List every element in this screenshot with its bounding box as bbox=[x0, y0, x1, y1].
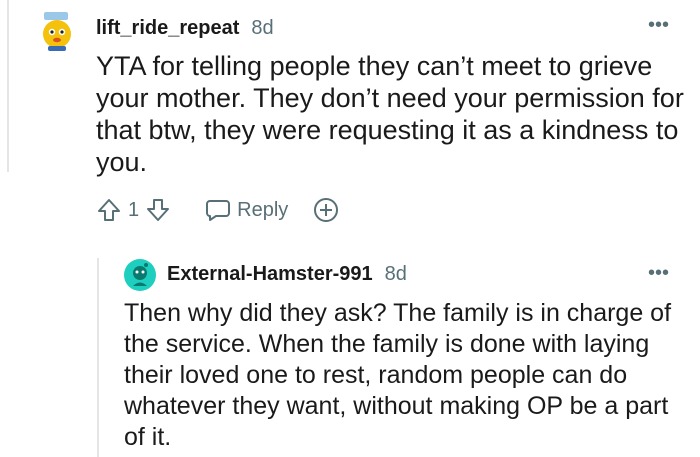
comment-age: 8d bbox=[384, 263, 407, 285]
more-options-button[interactable]: ••• bbox=[648, 14, 669, 37]
vote-score: 1 bbox=[128, 198, 140, 221]
comment-body: YTA for telling people they can’t meet t… bbox=[96, 51, 684, 177]
comment: lift_ride_repeat 8d ••• YTA for telling … bbox=[0, 0, 700, 250]
downvote-icon[interactable] bbox=[145, 197, 171, 223]
comment-actions: 1 Reply bbox=[96, 196, 340, 224]
reply-button[interactable]: Reply bbox=[205, 198, 288, 222]
upvote-icon[interactable] bbox=[96, 197, 122, 223]
award-button[interactable] bbox=[312, 196, 340, 224]
comment-meta: External-Hamster-991 8d bbox=[167, 263, 407, 286]
comment-meta: lift_ride_repeat 8d bbox=[96, 17, 274, 40]
user-avatar-icon[interactable] bbox=[124, 259, 156, 291]
comment-reply: External-Hamster-991 8d ••• Then why did… bbox=[0, 250, 700, 457]
reply-label: Reply bbox=[237, 198, 289, 221]
more-options-button[interactable]: ••• bbox=[648, 262, 669, 285]
comment-body: Then why did they ask? The family is in … bbox=[124, 299, 672, 451]
username-link[interactable]: lift_ride_repeat bbox=[96, 17, 239, 40]
username-link[interactable]: External-Hamster-991 bbox=[167, 263, 373, 286]
award-icon bbox=[314, 198, 339, 222]
reply-icon bbox=[206, 200, 231, 221]
user-avatar-icon[interactable] bbox=[36, 10, 78, 52]
comment-age: 8d bbox=[251, 17, 274, 39]
